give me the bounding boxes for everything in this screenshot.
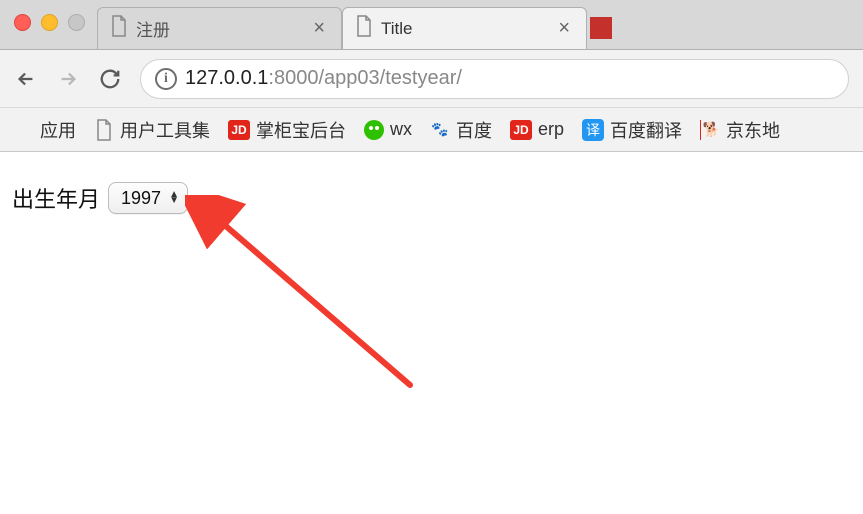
birth-year-label: 出生年月 xyxy=(12,182,100,214)
address-bar[interactable]: i 127.0.0.1:8000/app03/testyear/ xyxy=(140,59,849,99)
bookmark-label: 百度 xyxy=(456,117,492,143)
bookmark-user-tools[interactable]: 用户工具集 xyxy=(94,117,210,143)
bookmark-jd-map[interactable]: 🐕 京东地 xyxy=(700,117,780,143)
forward-button[interactable] xyxy=(56,67,80,91)
tab-title: Title xyxy=(381,19,554,39)
bookmark-apps[interactable]: 应用 xyxy=(14,117,76,143)
bookmark-label: wx xyxy=(390,119,412,140)
translate-icon: 译 xyxy=(582,119,604,141)
traffic-lights xyxy=(0,14,97,49)
wechat-icon xyxy=(364,120,384,140)
tab-title-active[interactable]: Title × xyxy=(342,7,587,49)
file-icon xyxy=(94,120,114,140)
bookmark-baidu[interactable]: 🐾 百度 xyxy=(430,117,492,143)
stepper-icon: ▲▼ xyxy=(169,192,179,204)
overflow-badge-icon xyxy=(590,17,612,39)
bookmark-wx[interactable]: wx xyxy=(364,119,412,140)
url-path: /app03/testyear/ xyxy=(318,67,461,89)
tab-title: 注册 xyxy=(136,16,309,41)
baidu-paw-icon: 🐾 xyxy=(430,120,450,140)
jd-dog-icon: 🐕 xyxy=(700,120,720,140)
window-minimize-button[interactable] xyxy=(41,14,58,31)
apps-grid-icon xyxy=(14,120,34,140)
year-select[interactable]: 1997 ▲▼ xyxy=(108,182,188,214)
file-icon xyxy=(110,15,128,42)
close-icon[interactable]: × xyxy=(309,17,329,40)
bookmark-zgb[interactable]: JD 掌柜宝后台 xyxy=(228,117,346,143)
bookmark-fanyi[interactable]: 译 百度翻译 xyxy=(582,117,682,143)
reload-button[interactable] xyxy=(98,67,122,91)
bookmark-label: 京东地 xyxy=(726,117,780,143)
url-text: 127.0.0.1:8000/app03/testyear/ xyxy=(185,67,462,90)
jd-icon: JD xyxy=(228,120,250,140)
file-icon xyxy=(355,15,373,42)
year-value: 1997 xyxy=(121,188,161,209)
bookmark-label: 应用 xyxy=(40,117,76,143)
window-maximize-button[interactable] xyxy=(68,14,85,31)
tab-strip: 注册 × Title × xyxy=(97,0,863,49)
bookmark-erp[interactable]: JD erp xyxy=(510,119,564,140)
tab-overflow[interactable] xyxy=(587,7,615,49)
bookmark-label: 掌柜宝后台 xyxy=(256,117,346,143)
bookmark-label: 百度翻译 xyxy=(610,117,682,143)
url-port: :8000 xyxy=(268,67,318,89)
window-chrome: 注册 × Title × xyxy=(0,0,863,50)
url-host: 127.0.0.1 xyxy=(185,67,268,89)
jd-icon: JD xyxy=(510,120,532,140)
nav-toolbar: i 127.0.0.1:8000/app03/testyear/ xyxy=(0,50,863,108)
close-icon[interactable]: × xyxy=(554,17,574,40)
back-button[interactable] xyxy=(14,67,38,91)
site-info-icon[interactable]: i xyxy=(155,68,177,90)
bookmark-label: 用户工具集 xyxy=(120,117,210,143)
page-content: 出生年月 1997 ▲▼ xyxy=(0,152,863,244)
bookmarks-bar: 应用 用户工具集 JD 掌柜宝后台 wx 🐾 百度 JD erp 译 百度翻译 … xyxy=(0,108,863,152)
tab-register[interactable]: 注册 × xyxy=(97,7,342,49)
bookmark-label: erp xyxy=(538,119,564,140)
window-close-button[interactable] xyxy=(14,14,31,31)
